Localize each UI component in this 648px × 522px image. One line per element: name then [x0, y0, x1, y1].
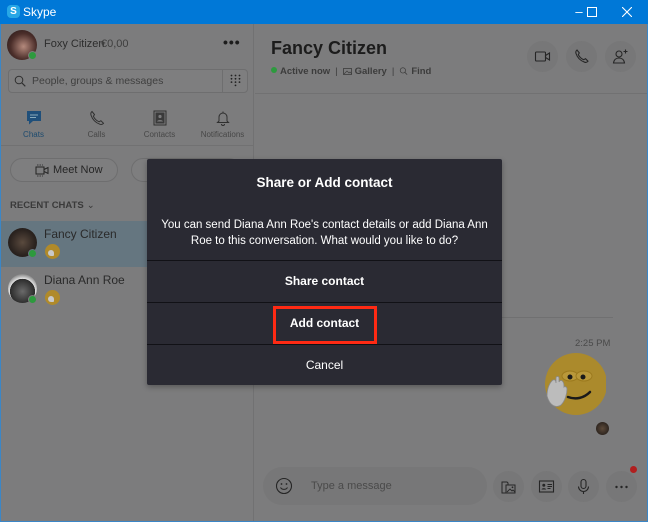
share-or-add-contact-dialog: Share or Add contact You can send Diana …	[147, 159, 502, 385]
chevron-down-icon: ⌄	[86, 200, 95, 211]
recent-chats-header[interactable]: RECENT CHATS ⌄	[10, 200, 95, 211]
tab-notifications-label: Notifications	[200, 130, 245, 139]
contact-card-icon	[538, 480, 555, 493]
search-icon	[400, 67, 408, 75]
contacts-book-icon	[153, 110, 166, 126]
facepalm-emoticon-icon	[45, 290, 60, 305]
nav-tabs: Chats Calls Contacts Notifications	[1, 106, 254, 146]
tab-calls-label: Calls	[87, 130, 106, 139]
video-call-button[interactable]	[527, 41, 558, 72]
dialog-message: You can send Diana Ann Roe's contact det…	[161, 219, 488, 247]
record-audio-button[interactable]	[568, 471, 599, 502]
app-title: Skype	[23, 5, 57, 19]
message-input[interactable]	[311, 476, 471, 496]
media-file-icon	[501, 481, 516, 494]
conversation-header: Fancy Citizen Active now | Gallery | Find	[255, 24, 647, 94]
skype-credit[interactable]: €0,00	[101, 38, 129, 50]
tab-notifications[interactable]: Notifications	[191, 106, 254, 144]
highlight-annotation	[273, 306, 377, 344]
skype-logo-icon: S	[7, 5, 20, 18]
online-status-icon	[28, 249, 37, 258]
close-icon	[621, 6, 633, 18]
online-status-icon	[28, 295, 37, 304]
profile-name[interactable]: Foxy Citizen	[44, 38, 105, 50]
close-button[interactable]	[604, 0, 648, 24]
more-options-button[interactable]: •••	[223, 34, 241, 50]
video-camera-icon	[35, 164, 49, 177]
maximize-icon	[587, 7, 597, 17]
phone-icon	[575, 49, 589, 63]
tab-contacts[interactable]: Contacts	[128, 106, 191, 144]
tab-chats-label: Chats	[23, 130, 44, 139]
dialog-title: Share or Add contact	[256, 175, 393, 190]
more-dots-icon	[615, 485, 628, 489]
find-link[interactable]: Find	[411, 66, 431, 77]
facepalm-emoticon-icon[interactable]	[542, 352, 606, 416]
meet-now-button[interactable]: Meet Now	[10, 158, 118, 182]
title-bar: S Skype –	[0, 0, 648, 24]
phone-icon	[89, 110, 104, 125]
meet-now-label: Meet Now	[53, 164, 103, 176]
chat-name: Diana Ann Roe	[44, 273, 125, 287]
gallery-link[interactable]: Gallery	[355, 66, 387, 77]
video-camera-icon	[534, 51, 551, 62]
add-person-icon	[612, 49, 628, 64]
add-files-button[interactable]	[493, 471, 524, 502]
send-contact-button[interactable]	[531, 471, 562, 502]
bell-icon	[215, 111, 230, 126]
add-people-button[interactable]	[605, 41, 636, 72]
cancel-button[interactable]: Cancel	[147, 344, 502, 385]
emoji-icon[interactable]	[275, 477, 293, 495]
dialpad-icon	[230, 74, 241, 87]
chat-bubble-icon	[26, 111, 41, 125]
facepalm-emoticon-icon	[45, 244, 60, 259]
active-status-icon	[271, 67, 277, 73]
tab-chats[interactable]: Chats	[2, 106, 65, 144]
message-composer	[263, 467, 487, 505]
recent-chats-label: RECENT CHATS	[10, 200, 84, 211]
gallery-icon	[342, 68, 352, 75]
read-receipt-avatar	[596, 422, 609, 435]
active-status: Active now	[280, 66, 331, 77]
share-contact-button[interactable]: Share contact	[147, 260, 502, 301]
search-icon	[14, 75, 26, 87]
conversation-title[interactable]: Fancy Citizen	[271, 38, 387, 59]
conversation-subtitle: Active now | Gallery | Find	[271, 66, 431, 77]
chat-name: Fancy Citizen	[44, 227, 117, 241]
more-actions-button[interactable]	[606, 466, 637, 502]
tab-calls[interactable]: Calls	[65, 106, 128, 144]
search-input[interactable]	[32, 70, 222, 92]
notification-badge	[630, 466, 637, 473]
tab-contacts-label: Contacts	[143, 130, 176, 139]
dialpad-button[interactable]	[222, 70, 247, 92]
audio-call-button[interactable]	[566, 41, 597, 72]
search-box[interactable]	[8, 69, 248, 93]
microphone-icon	[577, 478, 590, 494]
online-status-icon	[28, 51, 37, 60]
message-timestamp: 2:25 PM	[575, 338, 611, 349]
